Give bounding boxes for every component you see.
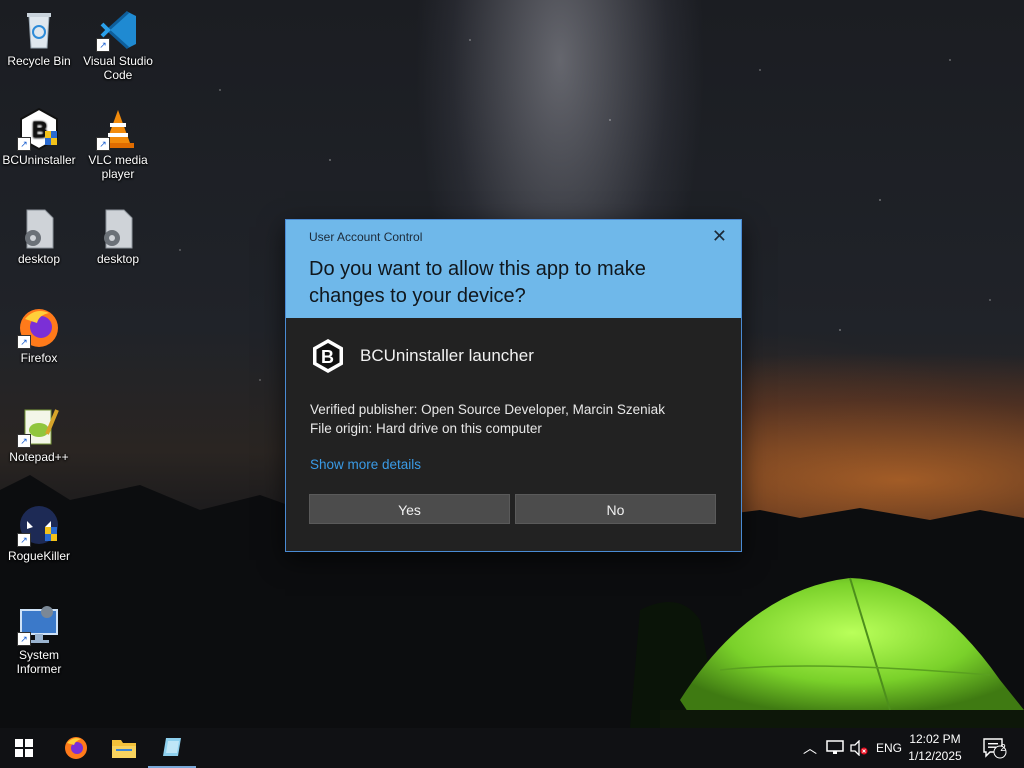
no-button[interactable]: No xyxy=(515,494,716,524)
vlc-icon: ↗ xyxy=(96,107,140,151)
shortcut-arrow-icon: ↗ xyxy=(17,632,31,646)
bcuninstaller-icon: B ↗ xyxy=(17,107,61,151)
clock-time: 12:02 PM xyxy=(909,732,961,746)
icon-label: System Informer xyxy=(16,648,62,676)
uac-header: User Account Control ✕ Do you want to al… xyxy=(286,220,741,318)
shortcut-arrow-icon: ↗ xyxy=(17,137,31,151)
shortcut-arrow-icon: ↗ xyxy=(17,335,31,349)
desktop-icon-vscode[interactable]: ↗ Visual Studio Code xyxy=(81,8,155,82)
bcuninstaller-logo-icon: B xyxy=(313,339,343,373)
volume-status[interactable] xyxy=(850,728,868,768)
shortcut-arrow-icon: ↗ xyxy=(96,38,110,52)
app-name: BCUninstaller launcher xyxy=(360,346,534,365)
taskbar-uac-app[interactable] xyxy=(148,728,196,768)
start-button[interactable] xyxy=(0,728,48,768)
uac-title: User Account Control xyxy=(309,230,423,244)
icon-label: Visual Studio Code xyxy=(83,54,153,82)
network-status[interactable] xyxy=(826,728,844,768)
notification-count: 2 xyxy=(1000,743,1006,754)
taskbar-file-explorer[interactable] xyxy=(100,728,148,768)
settings-file-icon xyxy=(17,206,61,250)
icon-label: desktop xyxy=(96,252,140,266)
yes-button[interactable]: Yes xyxy=(309,494,510,524)
language-indicator[interactable]: ENG xyxy=(876,728,902,768)
desktop-icon-desktop-ini-1[interactable]: desktop xyxy=(2,206,76,266)
close-icon[interactable]: ✕ xyxy=(712,226,727,247)
show-hidden-icons[interactable]: ︿ xyxy=(803,728,817,768)
icon-label: desktop xyxy=(17,252,61,266)
roguekiller-icon: ↗ xyxy=(17,503,61,547)
clock-date: 1/12/2025 xyxy=(908,749,962,763)
folder-icon xyxy=(112,740,136,758)
vscode-icon: ↗ xyxy=(96,8,140,52)
file-origin: File origin: Hard drive on this computer xyxy=(310,421,542,436)
icon-label: RogueKiller xyxy=(7,549,71,563)
desktop-icon-notepadpp[interactable]: ↗ Notepad++ xyxy=(2,404,76,464)
desktop-icon-firefox[interactable]: ↗ Firefox xyxy=(2,305,76,365)
volume-muted-icon xyxy=(850,740,868,756)
publisher-info: Verified publisher: Open Source Develope… xyxy=(310,400,665,438)
icon-label: Notepad++ xyxy=(9,450,69,464)
desktop-icon-bcuninstaller[interactable]: B ↗ BCUninstaller xyxy=(2,107,76,167)
verified-publisher: Verified publisher: Open Source Develope… xyxy=(310,402,665,417)
uac-dialog: User Account Control ✕ Do you want to al… xyxy=(285,219,742,552)
desktop-icon-recycle-bin[interactable]: Recycle Bin xyxy=(2,8,76,68)
taskbar: ︿ ENG 12:02 PM 1/12/2025 2 xyxy=(0,728,1024,768)
glowing-tent xyxy=(660,577,1024,728)
recycle-bin-icon xyxy=(17,8,61,52)
svg-text:B: B xyxy=(321,347,334,367)
shortcut-arrow-icon: ↗ xyxy=(17,533,31,547)
shortcut-arrow-icon: ↗ xyxy=(17,434,31,448)
uac-window-icon xyxy=(163,738,181,756)
notepadpp-icon: ↗ xyxy=(17,404,61,448)
windows-logo-icon xyxy=(15,739,33,757)
settings-file-icon xyxy=(96,206,140,250)
shortcut-arrow-icon: ↗ xyxy=(96,137,110,151)
firefox-icon xyxy=(65,737,87,759)
desktop-icon-system-informer[interactable]: ↗ System Informer xyxy=(2,602,76,676)
system-informer-icon: ↗ xyxy=(17,602,61,646)
clock[interactable]: 12:02 PM 1/12/2025 xyxy=(900,731,970,765)
uac-question: Do you want to allow this app to make ch… xyxy=(309,258,646,307)
taskbar-firefox[interactable] xyxy=(52,728,100,768)
show-more-details-link[interactable]: Show more details xyxy=(310,457,421,472)
desktop-icon-desktop-ini-2[interactable]: desktop xyxy=(81,206,155,266)
desktop-icon-roguekiller[interactable]: ↗ RogueKiller xyxy=(2,503,76,563)
icon-label: VLC media player xyxy=(88,153,148,181)
action-center-button[interactable]: 2 xyxy=(982,728,1008,768)
network-icon xyxy=(826,740,844,754)
chevron-up-icon: ︿ xyxy=(803,740,817,756)
icon-label: Recycle Bin xyxy=(7,54,71,68)
icon-label: Firefox xyxy=(20,351,58,365)
app-identity: B BCUninstaller launcher xyxy=(310,338,534,374)
desktop-icon-vlc[interactable]: ↗ VLC media player xyxy=(81,107,155,181)
uac-body: B BCUninstaller launcher Verified publis… xyxy=(286,318,741,551)
icon-label: BCUninstaller xyxy=(2,153,76,167)
firefox-icon: ↗ xyxy=(17,305,61,349)
